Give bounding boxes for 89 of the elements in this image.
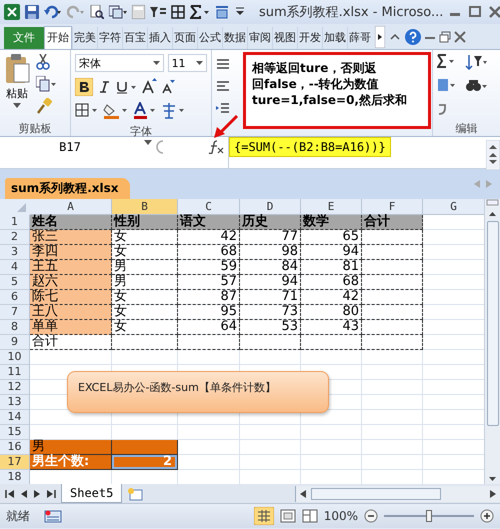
table-cell: 87 — [178, 290, 240, 305]
row-header[interactable]: 6 — [0, 290, 30, 305]
table-cell: 男 — [112, 260, 178, 275]
row-header[interactable]: 11 — [0, 365, 30, 380]
table-cell: 李四 — [30, 245, 112, 260]
column-header[interactable]: G — [423, 199, 484, 215]
name-box[interactable]: B17 — [0, 137, 140, 157]
table-cell: 女 — [112, 320, 178, 335]
font-name-field[interactable]: 宋体 — [75, 54, 164, 72]
row-header[interactable]: 9 — [0, 335, 30, 350]
table-cell: 80 — [301, 305, 362, 320]
row-header[interactable]: 15 — [0, 425, 30, 440]
table-cell: 语文 — [178, 215, 240, 230]
table-cell: 73 — [240, 305, 301, 320]
file-tab[interactable]: 文件 — [4, 27, 44, 49]
table-cell: 94 — [301, 245, 362, 260]
table-cell: 42 — [178, 230, 240, 245]
row-header[interactable]: 8 — [0, 320, 30, 335]
row-header[interactable]: 13 — [0, 395, 30, 410]
table-cell: 68 — [178, 245, 240, 260]
table-cell: 59 — [178, 260, 240, 275]
group-label: 字体 — [130, 124, 152, 139]
status-text: 就绪 — [6, 508, 30, 524]
table-cell: 98 — [240, 245, 301, 260]
row-header[interactable]: 10 — [0, 350, 30, 365]
column-header[interactable]: C — [178, 199, 240, 215]
row-header[interactable]: 5 — [0, 275, 30, 290]
group-label: 剪贴板 — [18, 120, 52, 136]
table-cell: 95 — [178, 305, 240, 320]
table-cell: 张三 — [30, 230, 112, 245]
table-cell: 女 — [112, 305, 178, 320]
table-cell: 单单 — [30, 320, 112, 335]
workbook-tab[interactable]: sum系列教程.xlsx — [5, 178, 130, 199]
zoom-level[interactable]: 100% — [324, 509, 358, 523]
shape-text: EXCEL易办公-函数-sum【单条件计数】 — [78, 380, 276, 395]
row-header[interactable]: 14 — [0, 410, 30, 425]
formula-text: {=SUM(--(B2:B8=A16))} — [229, 137, 391, 157]
row-header[interactable]: 2 — [0, 230, 30, 245]
paste-button[interactable]: 粘贴 — [6, 86, 28, 101]
table-cell: 女 — [112, 230, 178, 245]
table-cell: 77 — [240, 230, 301, 245]
table-cell: 68 — [301, 275, 362, 290]
callout-text: 回false，--转化为数值 — [252, 76, 380, 92]
sheet-tab[interactable]: Sheet5 — [61, 484, 122, 503]
table-cell: 64 — [178, 320, 240, 335]
table-cell: 男 — [112, 275, 178, 290]
table-cell: 数学 — [301, 215, 362, 230]
ribbon-tab[interactable]: 开始 — [44, 26, 72, 49]
table-cell: 53 — [240, 320, 301, 335]
table-cell: 历史 — [240, 215, 301, 230]
row-header[interactable]: 3 — [0, 245, 30, 260]
callout-text: 相等返回ture，否则返 — [252, 60, 378, 76]
table-cell: 姓名 — [30, 215, 112, 230]
table-cell: 43 — [301, 320, 362, 335]
table-cell: 赵六 — [30, 275, 112, 290]
window-title: sum系列教程.xlsx - Microso... — [259, 4, 444, 21]
column-header[interactable]: E — [301, 199, 362, 215]
table-cell: 合计 — [30, 335, 112, 350]
table-cell: 女 — [112, 245, 178, 260]
column-header[interactable]: A — [30, 199, 112, 215]
table-cell: 陈七 — [30, 290, 112, 305]
table-cell: 男生个数: — [30, 455, 112, 470]
row-header[interactable]: 16 — [0, 440, 30, 455]
table-cell: 57 — [178, 275, 240, 290]
row-header[interactable]: 4 — [0, 260, 30, 275]
column-header[interactable]: F — [362, 199, 423, 215]
table-cell: 84 — [240, 260, 301, 275]
column-header[interactable]: B — [112, 199, 178, 215]
group-label: 编辑 — [456, 120, 478, 136]
table-cell: 性别 — [112, 215, 178, 230]
table-cell: 王八 — [30, 305, 112, 320]
table-cell: 王五 — [30, 260, 112, 275]
table-cell: 女 — [112, 290, 178, 305]
row-header[interactable]: 1 — [0, 215, 30, 230]
row-header[interactable]: 18 — [0, 470, 30, 484]
table-cell: 65 — [301, 230, 362, 245]
table-cell: 男 — [30, 440, 112, 455]
column-header[interactable]: D — [240, 199, 301, 215]
table-cell: 42 — [301, 290, 362, 305]
row-header[interactable]: 7 — [0, 305, 30, 320]
callout-text: ture=1,false=0,然后求和 — [252, 92, 408, 108]
table-cell: 71 — [240, 290, 301, 305]
table-cell: 2 — [112, 455, 178, 470]
row-header[interactable]: 17 — [0, 455, 30, 470]
row-header[interactable]: 12 — [0, 380, 30, 395]
table-cell: 合计 — [362, 215, 423, 230]
font-size-field[interactable]: 11 — [168, 54, 207, 72]
table-cell: 81 — [301, 260, 362, 275]
table-cell: 94 — [240, 275, 301, 290]
